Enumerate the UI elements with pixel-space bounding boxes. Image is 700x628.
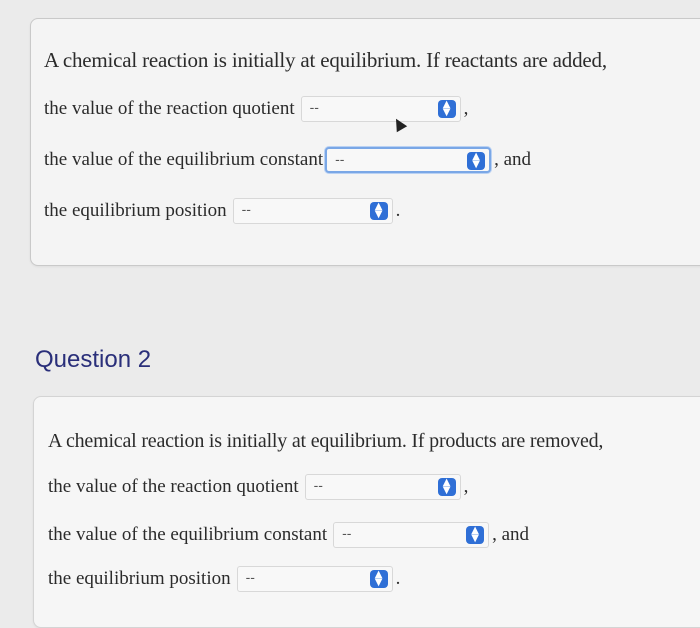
q1-row-reaction-quotient: the value of the reaction quotient -- ▲ ▼… (44, 96, 468, 122)
q1-equilibrium-position-select[interactable]: -- ▲ ▼ (232, 198, 393, 224)
select-value: -- (313, 477, 323, 493)
q2-row-label: the equilibrium position (48, 568, 231, 589)
q2-row-suffix: , (463, 476, 469, 497)
chevron-updown-icon: ▲ ▼ (437, 478, 456, 496)
q2-row-suffix: , and (492, 524, 530, 545)
chevron-updown-icon: ▲ ▼ (437, 100, 456, 118)
q2-row-equilibrium-position: the equilibrium position -- ▲ ▼ . (48, 566, 400, 592)
chevron-updown-icon: ▲ ▼ (369, 570, 388, 588)
q1-row-label: the value of the reaction quotient (44, 98, 295, 119)
q1-equilibrium-constant-select[interactable]: -- ▲ ▼ (325, 147, 492, 173)
q2-row-reaction-quotient: the value of the reaction quotient -- ▲ ▼… (48, 474, 468, 500)
q2-row-label: the value of the reaction quotient (48, 476, 299, 497)
q1-row-suffix: , and (494, 149, 532, 170)
question-2-title: Question 2 (35, 346, 152, 373)
q2-row-suffix: . (395, 568, 401, 589)
select-value: -- (309, 99, 319, 115)
select-value: -- (335, 151, 345, 167)
q2-equilibrium-position-select[interactable]: -- ▲ ▼ (236, 566, 393, 592)
select-value: -- (245, 569, 255, 585)
select-value: -- (342, 525, 352, 541)
q1-reaction-quotient-select[interactable]: -- ▲ ▼ (300, 96, 461, 122)
q1-row-equilibrium-constant: the value of the equilibrium constant --… (44, 147, 531, 173)
question-1-prompt: A chemical reaction is initially at equi… (44, 48, 607, 72)
q1-row-label: the value of the equilibrium constant (44, 149, 324, 170)
q1-row-equilibrium-position: the equilibrium position -- ▲ ▼ . (44, 198, 400, 224)
chevron-updown-icon: ▲ ▼ (369, 202, 388, 220)
q1-row-suffix: , (463, 98, 469, 119)
chevron-updown-icon: ▲ ▼ (467, 152, 486, 170)
q2-equilibrium-constant-select[interactable]: -- ▲ ▼ (333, 522, 490, 548)
select-value: -- (241, 201, 251, 217)
q2-row-label: the value of the equilibrium constant (48, 524, 328, 545)
chevron-updown-icon: ▲ ▼ (466, 526, 485, 544)
q2-reaction-quotient-select[interactable]: -- ▲ ▼ (304, 474, 461, 500)
question-2-prompt: A chemical reaction is initially at equi… (48, 430, 604, 452)
q2-row-equilibrium-constant: the value of the equilibrium constant --… (48, 522, 529, 548)
q1-row-label: the equilibrium position (44, 200, 227, 221)
q1-row-suffix: . (395, 200, 401, 221)
